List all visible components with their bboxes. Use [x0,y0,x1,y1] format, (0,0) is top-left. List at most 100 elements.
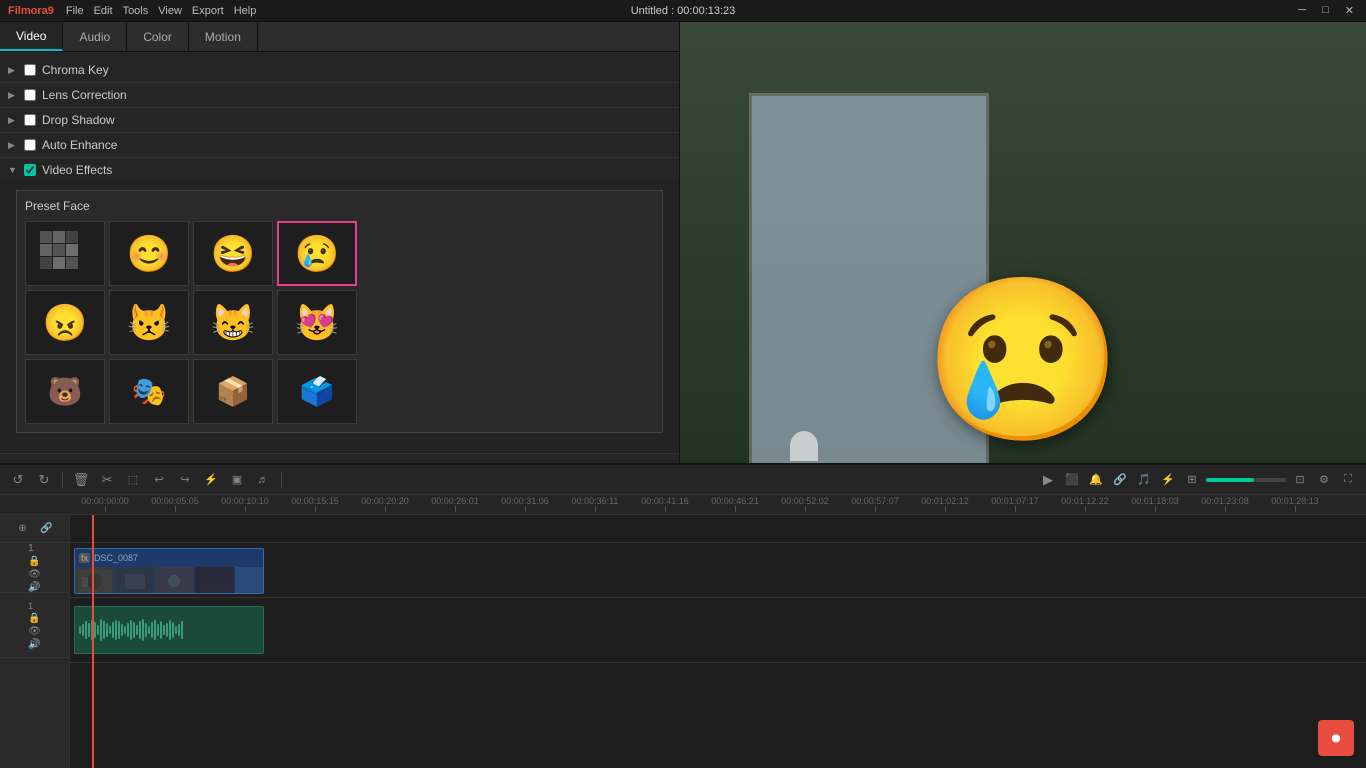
emoji-laugh[interactable]: 😆 [193,221,273,286]
emoji-grumpy-cat[interactable]: 😾 [109,290,189,355]
lens-correction-header[interactable]: ▶ Lens Correction [0,83,679,107]
zoom-slider[interactable] [1206,478,1286,482]
timeline-ruler: 00:00:00:00 00:00:05:05 00:00:10:10 00:0… [0,495,1366,515]
tl-divider-1 [62,472,63,488]
emoji-cry[interactable]: 😢 [277,221,357,286]
video-track-row: fx DSC_0087 [70,543,1366,598]
menu-file[interactable]: File [66,5,84,17]
tl-cut-button[interactable]: ✂ [97,470,117,490]
fx-badge: fx [79,553,90,563]
track-number-icon: 1 [28,543,41,554]
audio-eye-icon[interactable]: 👁 [28,626,41,637]
lens-correction-label: Lens Correction [42,88,127,102]
minimize-button[interactable]: ─ [1294,4,1310,17]
auto-enhance-checkbox[interactable] [24,139,36,151]
menu-export[interactable]: Export [192,5,224,17]
emoji-box-face-2[interactable]: 📦 [193,359,273,424]
emoji-box-face-1[interactable]: 🎭 [109,359,189,424]
video-effects-checkbox[interactable] [24,164,36,176]
emoji-angry[interactable]: 😠 [25,290,105,355]
chroma-key-checkbox[interactable] [24,64,36,76]
auto-enhance-header[interactable]: ▶ Auto Enhance [0,133,679,157]
audio-lock-icon[interactable]: 🔒 [28,613,41,624]
app-logo: Filmora9 [8,5,54,17]
tl-mark-button[interactable]: ⬛ [1062,470,1082,490]
menu-edit[interactable]: Edit [94,5,113,17]
emoji-cat-2[interactable]: 😻 [277,290,357,355]
emoji-bear-1[interactable]: 🐻 [25,359,105,424]
tab-video[interactable]: Video [0,22,63,51]
drop-shadow-header[interactable]: ▶ Drop Shadow [0,108,679,132]
chroma-key-header[interactable]: ▶ Chroma Key [0,58,679,82]
tl-fit-button[interactable]: ⊞ [1182,470,1202,490]
lens-correction-checkbox[interactable] [24,89,36,101]
track-lock-icon[interactable]: 🔒 [28,556,41,567]
add-video-track-button[interactable]: ⊕ [13,519,33,539]
ruler-tick-17: 00:01:28:13 [1260,496,1330,512]
ruler-tick-3: 00:00:15:15 [280,496,350,512]
video-track-header: 1 🔒 👁 🔊 [0,543,69,593]
chroma-key-arrow: ▶ [8,65,18,76]
tl-copy-button[interactable]: ⬚ [123,470,143,490]
restore-button[interactable]: □ [1318,4,1333,17]
tl-rotate-button[interactable]: ↩ [149,470,169,490]
ruler-tick-11: 00:00:57:07 [840,496,910,512]
tl-right-controls: ▶ ⬛ 🔔 🔗 🎵 ⚡ ⊞ ⊡ ⚙ ⛶ [1038,470,1358,490]
add-link-button[interactable]: 🔗 [37,519,57,539]
tab-color[interactable]: Color [127,22,189,51]
clip-thumb-1 [75,567,115,593]
tl-split-button[interactable]: ⚡ [201,470,221,490]
ruler-tick-6: 00:00:31:06 [490,496,560,512]
ruler-tick-2: 00:00:10:10 [210,496,280,512]
emoji-box-face-3[interactable]: 🗳️ [277,359,357,424]
ruler-tick-13: 00:01:07:17 [980,496,1050,512]
tl-delete-button[interactable]: 🗑 [71,470,91,490]
tl-audio-button[interactable]: ♬ [253,470,273,490]
menu-help[interactable]: Help [234,5,257,17]
tl-rotate2-button[interactable]: ↪ [175,470,195,490]
title-bar: Filmora9 File Edit Tools View Export Hel… [0,0,1366,22]
ruler-tick-4: 00:00:20:20 [350,496,420,512]
tab-motion[interactable]: Motion [189,22,258,51]
video-effects-header[interactable]: ▼ Video Effects [0,158,679,182]
tl-speed-button[interactable]: ⚡ [1158,470,1178,490]
tl-zoom-fit-button[interactable]: ⊡ [1290,470,1310,490]
tl-undo-button[interactable]: ↺ [8,470,28,490]
audio-track-header: 1 🔒 👁 🔊 [0,593,69,658]
tl-link-button[interactable]: 🔗 [1110,470,1130,490]
close-button[interactable]: ✕ [1341,4,1358,17]
track-headers: ⊕ 🔗 1 🔒 👁 🔊 1 🔒 👁 🔊 [0,515,70,768]
audio-number-icon: 1 [28,601,41,611]
track-speaker-icon[interactable]: 🔊 [28,582,41,593]
tl-crop-button[interactable]: ▣ [227,470,247,490]
preset-face-title: Preset Face [25,199,654,213]
window-title: Untitled : 00:00:13:23 [631,5,736,17]
tl-redo-button[interactable]: ↻ [34,470,54,490]
chroma-key-group: ▶ Chroma Key [0,58,679,83]
preset-face-section: Preset Face [16,190,663,433]
emoji-cat-1[interactable]: 😸 [193,290,273,355]
menu-view[interactable]: View [158,5,182,17]
audio-speaker-icon[interactable]: 🔊 [28,639,41,650]
record-button[interactable]: ⏺ [1318,720,1354,756]
drop-shadow-checkbox[interactable] [24,114,36,126]
tl-bell-button[interactable]: 🔔 [1086,470,1106,490]
drop-shadow-group: ▶ Drop Shadow [0,108,679,133]
track-eye-icon[interactable]: 👁 [28,569,41,580]
tab-audio[interactable]: Audio [63,22,127,51]
ruler-tick-1: 00:00:05:05 [140,496,210,512]
ruler-tick-10: 00:00:52:02 [770,496,840,512]
emoji-happy[interactable]: 😊 [109,221,189,286]
tl-settings-button[interactable]: ⚙ [1314,470,1334,490]
menu-tools[interactable]: Tools [123,5,149,17]
video-clip[interactable]: fx DSC_0087 [74,548,264,594]
tl-music-button[interactable]: 🎵 [1134,470,1154,490]
auto-enhance-arrow: ▶ [8,140,18,151]
audio-clip[interactable]: // Generate wave bars inline const heigh… [74,606,264,654]
video-effects-group: ▼ Video Effects Preset Face [0,158,679,454]
ruler-tick-8: 00:00:41:16 [630,496,700,512]
clip-thumb-3 [155,567,195,593]
emoji-texture[interactable] [25,221,105,286]
tl-play2-button[interactable]: ▶ [1038,470,1058,490]
tl-fullscreen-button[interactable]: ⛶ [1338,470,1358,490]
